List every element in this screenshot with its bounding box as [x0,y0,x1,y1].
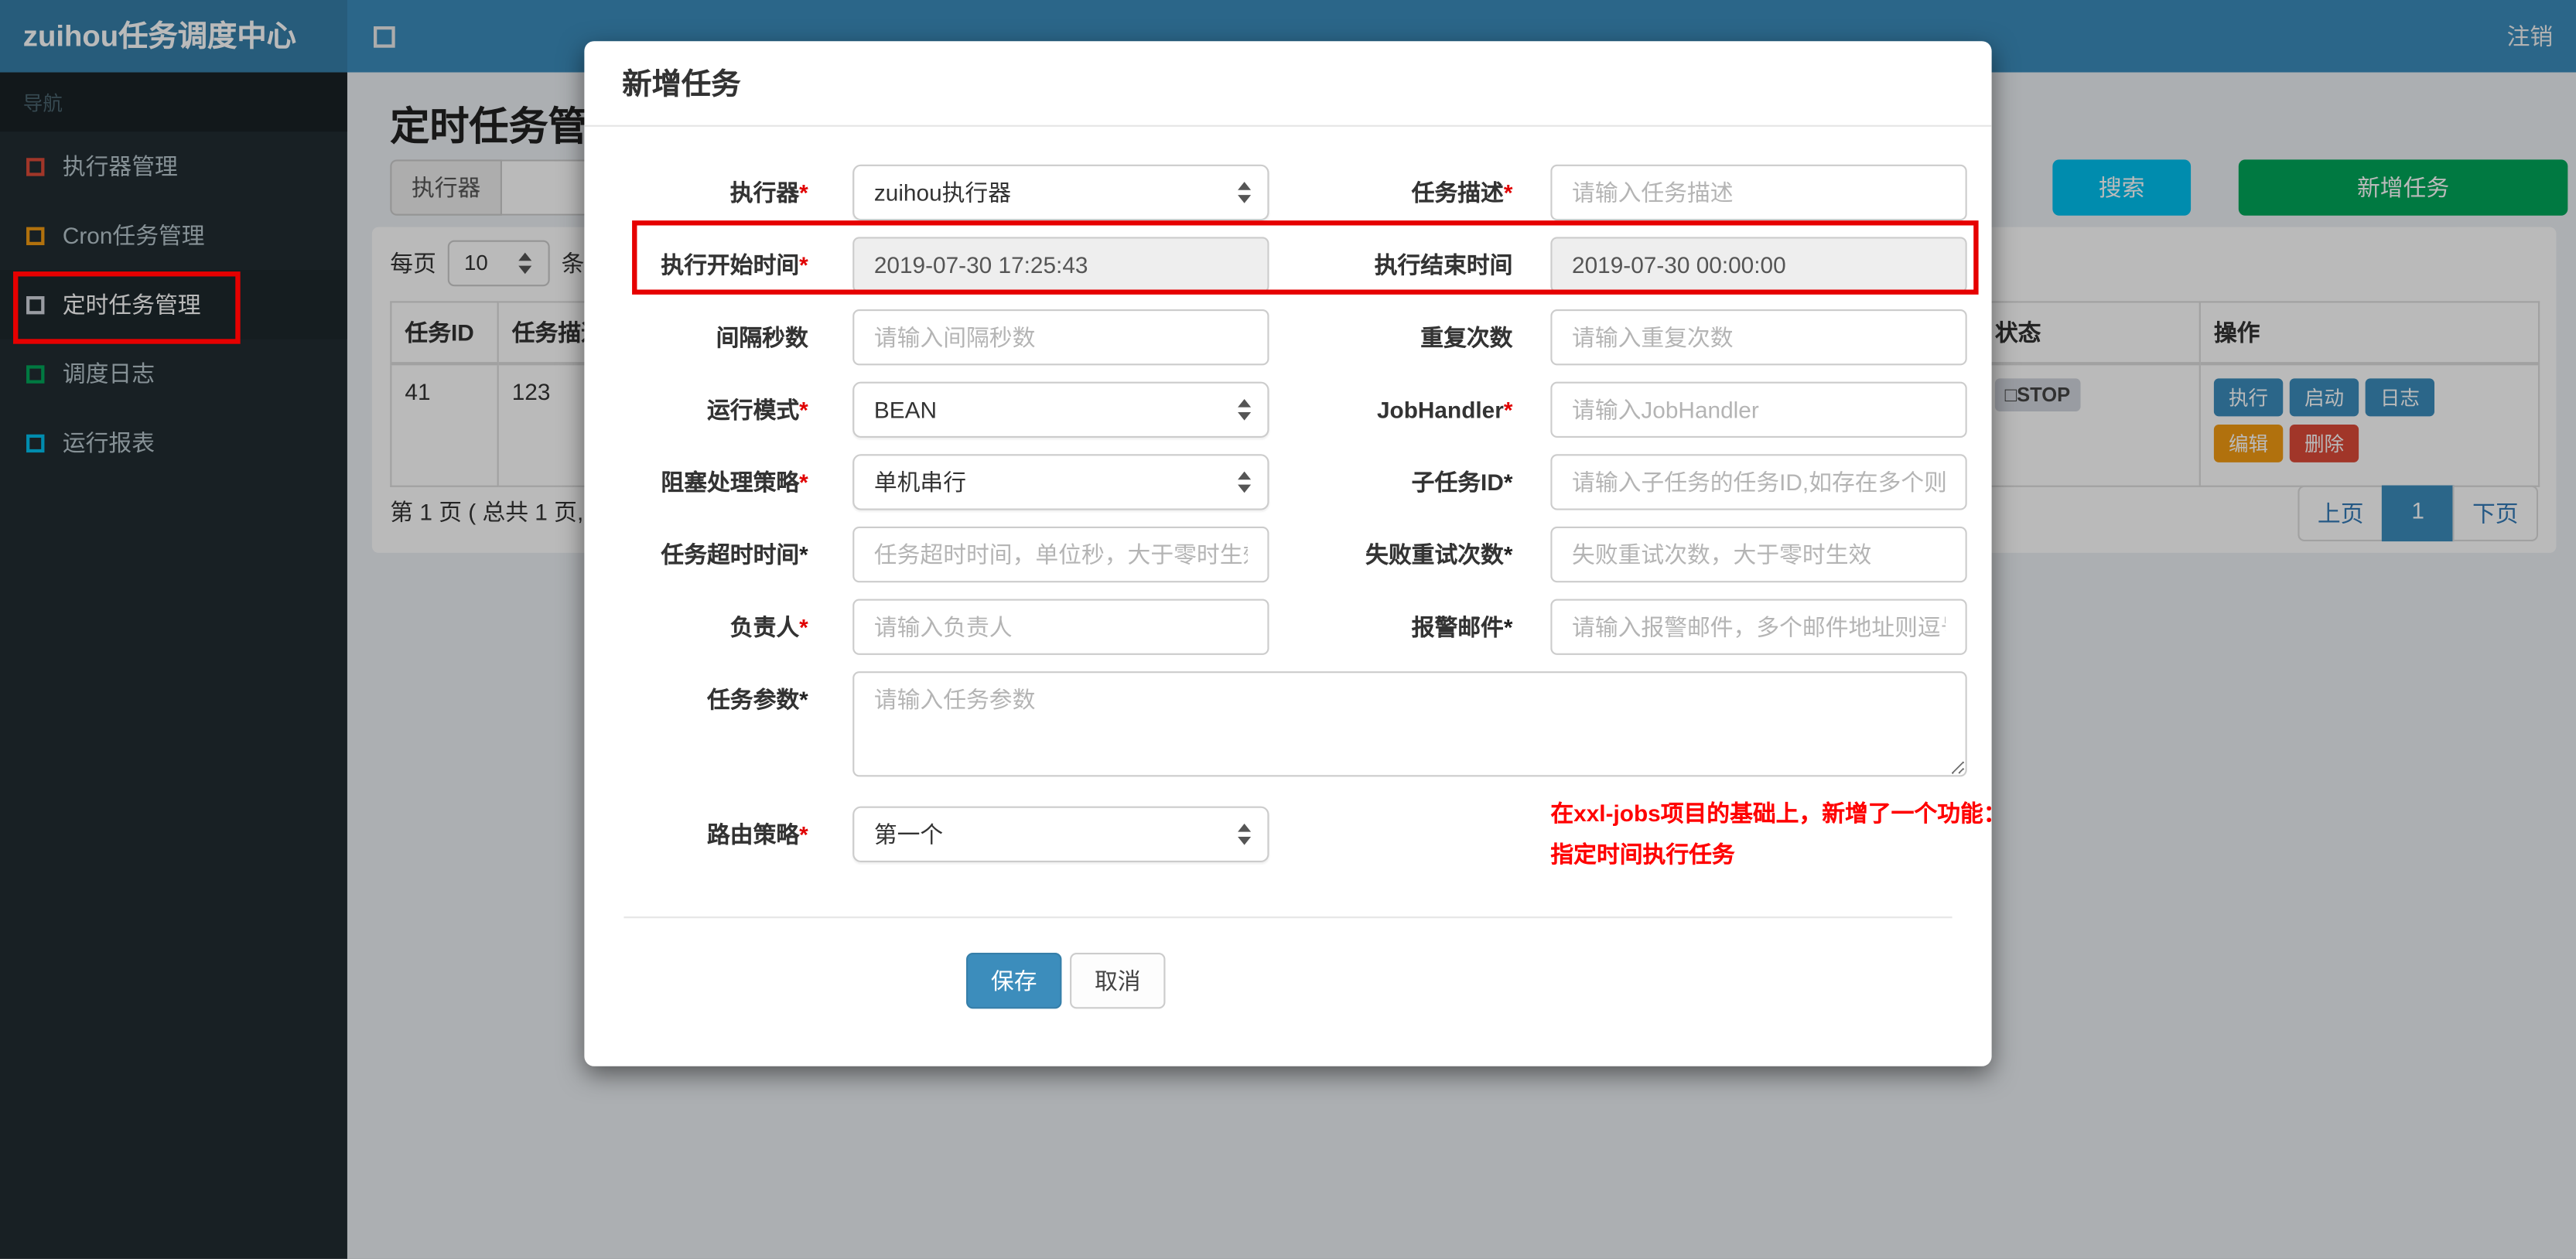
modal-footer: 保存 取消 [624,952,1952,1009]
field-label-job-handler: JobHandler* [1376,396,1513,423]
executor-select[interactable]: zuihou执行器 [852,164,1269,221]
add-job-modal: 新增任务 执行器* zuihou执行器 任务描述* 执行开始时间* 执行结束时间… [584,41,2007,1066]
route-strategy-select[interactable]: 第一个 [852,806,1269,862]
block-strategy-select-value: 单机串行 [873,469,967,496]
app-window: zuihou任务调度中心 注销 导航 执行器管理 Cron任务管理 定时任务管理… [0,0,2576,1259]
field-label-executor: 执行器* [729,179,808,206]
field-label-repeat: 重复次数 [1420,324,1513,351]
field-label-author: 负责人* [729,613,808,640]
cancel-button[interactable]: 取消 [1070,952,1166,1009]
job-param-textarea[interactable] [852,671,1967,777]
field-label-block-strategy: 阻塞处理策略* [661,469,808,496]
author-input[interactable] [852,599,1269,655]
modal-body: 执行器* zuihou执行器 任务描述* 执行开始时间* 执行结束时间 间隔秒数… [584,127,2007,1009]
field-label-route-strategy: 路由策略* [706,821,808,848]
end-time-input[interactable] [1550,237,1967,293]
route-strategy-select-value: 第一个 [873,821,944,848]
modal-footer-divider [624,916,1952,919]
modal-header: 新增任务 [584,41,1992,127]
select-caret-icon [1238,182,1252,203]
start-time-input[interactable] [852,237,1269,293]
select-caret-icon [1238,823,1252,845]
field-label-start-time: 执行开始时间* [661,251,808,278]
alarm-email-input[interactable] [1550,599,1967,655]
field-label-retry: 失败重试次数* [1365,541,1513,568]
field-label-job-desc: 任务描述* [1411,179,1513,206]
feature-note-line1: 在xxl-jobs项目的基础上，新增了一个功能： [1550,800,2007,827]
select-caret-icon [1238,471,1252,493]
retry-count-input[interactable] [1550,526,1967,583]
field-label-child-jobid: 子任务ID* [1411,469,1513,496]
executor-select-value: zuihou执行器 [873,179,1012,206]
select-caret-icon [1238,398,1252,421]
job-desc-input[interactable] [1550,164,1967,221]
field-label-end-time: 执行结束时间 [1374,251,1513,278]
feature-note-line2: 指定时间执行任务 [1550,841,1735,868]
save-button[interactable]: 保存 [966,952,1062,1009]
field-label-interval: 间隔秒数 [716,324,808,351]
interval-seconds-input[interactable] [852,309,1269,366]
field-label-timeout: 任务超时时间* [661,541,808,568]
field-label-job-param: 任务参数* [706,686,808,713]
glue-type-select[interactable]: BEAN [852,381,1269,438]
field-label-alarm-email: 报警邮件* [1411,613,1513,640]
child-jobid-input[interactable] [1550,454,1967,510]
block-strategy-select[interactable]: 单机串行 [852,454,1269,510]
timeout-input[interactable] [852,526,1269,583]
field-label-glue-type: 运行模式* [706,396,808,423]
job-handler-input[interactable] [1550,381,1967,438]
feature-note: 在xxl-jobs项目的基础上，新增了一个功能： 指定时间执行任务 [1269,793,2007,875]
modal-title: 新增任务 [622,67,741,101]
glue-type-select-value: BEAN [873,396,937,423]
repeat-count-input[interactable] [1550,309,1967,366]
